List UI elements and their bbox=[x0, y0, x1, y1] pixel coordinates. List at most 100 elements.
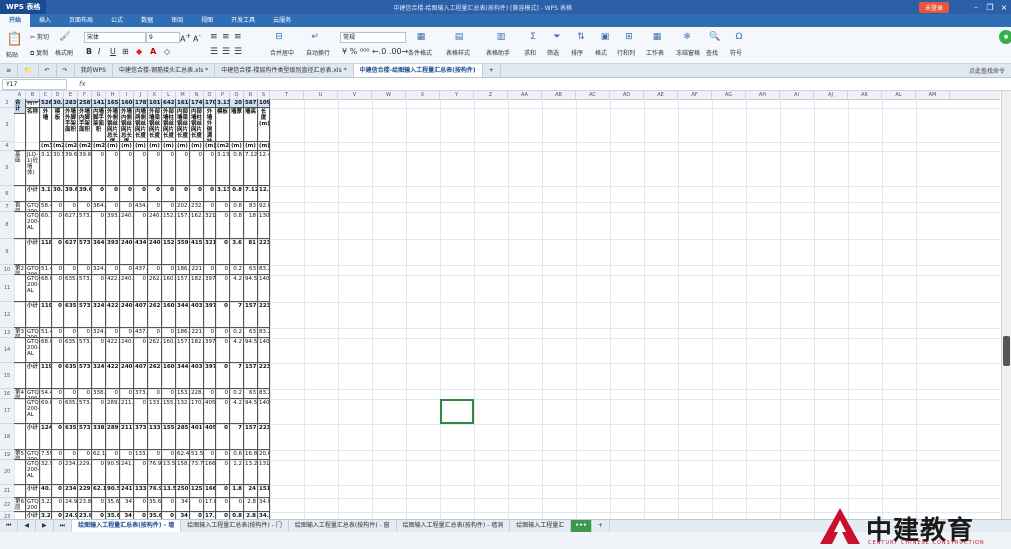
fx-icon[interactable]: fx bbox=[79, 80, 86, 88]
column-header[interactable]: F bbox=[78, 91, 92, 99]
sheet-tab[interactable]: 绘图输入工程量汇 bbox=[510, 520, 572, 532]
copy-button[interactable]: ⧉ 复制 bbox=[30, 48, 48, 58]
sheet-tab[interactable]: + bbox=[592, 520, 610, 532]
filter-icon[interactable]: ⏷ bbox=[550, 30, 564, 44]
filter-button[interactable]: 筛选 bbox=[547, 48, 559, 57]
scroll-thumb[interactable] bbox=[1003, 336, 1010, 366]
format-icon[interactable]: ▣ bbox=[598, 30, 612, 44]
row-header[interactable]: 9 bbox=[0, 239, 14, 265]
column-header[interactable]: AK bbox=[848, 91, 882, 99]
column-header[interactable]: AI bbox=[780, 91, 814, 99]
column-header[interactable]: AA bbox=[508, 91, 542, 99]
conditional-format-button[interactable]: 条件格式 bbox=[408, 48, 432, 57]
number-format-select[interactable]: 常规 bbox=[340, 32, 406, 43]
sheet-nav-icon[interactable]: ▶ bbox=[36, 520, 54, 532]
close-icon[interactable]: × bbox=[997, 3, 1011, 12]
align-center-icon[interactable]: ☰ bbox=[222, 47, 230, 57]
format-button[interactable]: 格式 bbox=[595, 48, 607, 57]
row-header[interactable]: 11 bbox=[0, 275, 14, 302]
column-header[interactable]: R bbox=[244, 91, 258, 99]
app-menu-button[interactable]: WPS 表格 bbox=[0, 0, 47, 14]
column-header[interactable]: L bbox=[162, 91, 176, 99]
row-header[interactable]: 17 bbox=[0, 399, 14, 424]
column-header[interactable]: C bbox=[40, 91, 52, 99]
menu-tab-7[interactable]: 开发工具 bbox=[222, 14, 264, 27]
table-style-button[interactable]: 表格样式 bbox=[446, 48, 470, 57]
row-header[interactable]: 2 bbox=[0, 99, 14, 108]
worksheet-icon[interactable]: ▦ bbox=[650, 30, 664, 44]
sum-button[interactable]: 求和 bbox=[524, 48, 536, 57]
row-header[interactable]: 23 bbox=[0, 512, 14, 519]
row-header[interactable]: 22 bbox=[0, 498, 14, 512]
freeze-icon[interactable]: ❄ bbox=[680, 30, 694, 44]
row-header[interactable]: 3 bbox=[0, 108, 14, 142]
restore-icon[interactable]: ❐ bbox=[983, 3, 997, 12]
align-middle-icon[interactable]: ≡ bbox=[222, 32, 230, 42]
folder-icon[interactable]: 📁 bbox=[18, 64, 39, 77]
menu-tab-5[interactable]: 审阅 bbox=[162, 14, 192, 27]
command-search[interactable]: 点此查找命令 bbox=[969, 66, 1005, 75]
symbol-button[interactable]: 符号 bbox=[730, 48, 742, 57]
format-painter-button[interactable]: 格式刷 bbox=[55, 48, 73, 57]
column-header[interactable]: D bbox=[52, 91, 64, 99]
file-tab[interactable]: 我的WPS bbox=[75, 64, 113, 77]
minimize-icon[interactable]: – bbox=[969, 3, 983, 12]
row-col-icon[interactable]: ⊞ bbox=[622, 30, 636, 44]
table-style-icon[interactable]: ▤ bbox=[452, 30, 466, 44]
wrap-icon[interactable]: ↵ bbox=[308, 30, 322, 44]
row-header[interactable]: 8 bbox=[0, 212, 14, 239]
row-header[interactable]: 10 bbox=[0, 265, 14, 275]
file-tab[interactable]: 中建信合楼-钢筋接头汇总表.xls * bbox=[113, 64, 216, 77]
row-header[interactable]: 5 bbox=[0, 151, 14, 186]
find-button[interactable]: 查找 bbox=[706, 48, 718, 57]
cut-button[interactable]: ✂ 剪切 bbox=[30, 32, 49, 41]
undo-icon[interactable]: ↶ bbox=[39, 64, 57, 77]
align-right-icon[interactable]: ☰ bbox=[234, 47, 242, 57]
column-header[interactable]: AD bbox=[610, 91, 644, 99]
row-header[interactable]: 19 bbox=[0, 450, 14, 460]
menu-tab-2[interactable]: 页面布局 bbox=[60, 14, 102, 27]
column-header[interactable]: Z bbox=[474, 91, 508, 99]
column-header[interactable]: Q bbox=[230, 91, 244, 99]
align-top-icon[interactable]: ≡ bbox=[210, 32, 218, 42]
column-header[interactable]: H bbox=[106, 91, 120, 99]
column-header[interactable]: A bbox=[14, 91, 26, 99]
row-col-button[interactable]: 行和列 bbox=[617, 48, 635, 57]
sheet-nav-icon[interactable]: ⏮ bbox=[0, 520, 19, 532]
row-header[interactable]: 13 bbox=[0, 328, 14, 338]
sort-icon[interactable]: ⇅ bbox=[574, 30, 588, 44]
menu-tab-1[interactable]: 插入 bbox=[30, 14, 60, 27]
column-header[interactable]: AH bbox=[746, 91, 780, 99]
menu-tab-4[interactable]: 数据 bbox=[132, 14, 162, 27]
menu-tab-8[interactable]: 云服务 bbox=[264, 14, 300, 27]
font-name-select[interactable]: 宋体 bbox=[84, 32, 146, 43]
file-tab[interactable]: 中建信合楼-楼层构件类型级别直径汇总表.xls * bbox=[215, 64, 354, 77]
column-header[interactable]: AJ bbox=[814, 91, 848, 99]
format-painter-icon[interactable]: 🖌 bbox=[58, 30, 72, 44]
column-header[interactable]: O bbox=[204, 91, 216, 99]
freeze-button[interactable]: 冻结窗格 bbox=[676, 48, 700, 57]
sort-button[interactable]: 排序 bbox=[571, 48, 583, 57]
column-header[interactable]: E bbox=[64, 91, 78, 99]
fill-color-icon[interactable]: ◆ bbox=[136, 47, 142, 56]
column-header[interactable]: J bbox=[134, 91, 148, 99]
row-header[interactable]: 21 bbox=[0, 485, 14, 498]
omega-icon[interactable]: Ω bbox=[732, 30, 746, 44]
sheet-tab[interactable]: 绘图输入工程量汇总表(按构件) - 门 bbox=[181, 520, 289, 532]
column-header[interactable]: S bbox=[258, 91, 270, 99]
column-header[interactable]: AF bbox=[678, 91, 712, 99]
column-header[interactable]: AE bbox=[644, 91, 678, 99]
column-header[interactable]: K bbox=[148, 91, 162, 99]
align-bottom-icon[interactable]: ≡ bbox=[234, 32, 242, 42]
align-left-icon[interactable]: ☰ bbox=[210, 47, 218, 57]
column-header[interactable]: W bbox=[372, 91, 406, 99]
assistant-icon[interactable]: ● bbox=[999, 30, 1011, 44]
merge-center-button[interactable]: 合并居中 bbox=[270, 48, 294, 57]
wrap-text-button[interactable]: 自动换行 bbox=[306, 48, 330, 57]
column-header[interactable]: N bbox=[190, 91, 204, 99]
column-header[interactable]: P bbox=[216, 91, 230, 99]
menu-tab-0[interactable]: 开始 bbox=[0, 14, 31, 27]
bold-icon[interactable]: B bbox=[86, 47, 92, 56]
worksheet-button[interactable]: 工作表 bbox=[646, 48, 664, 57]
column-header[interactable]: V bbox=[338, 91, 372, 99]
